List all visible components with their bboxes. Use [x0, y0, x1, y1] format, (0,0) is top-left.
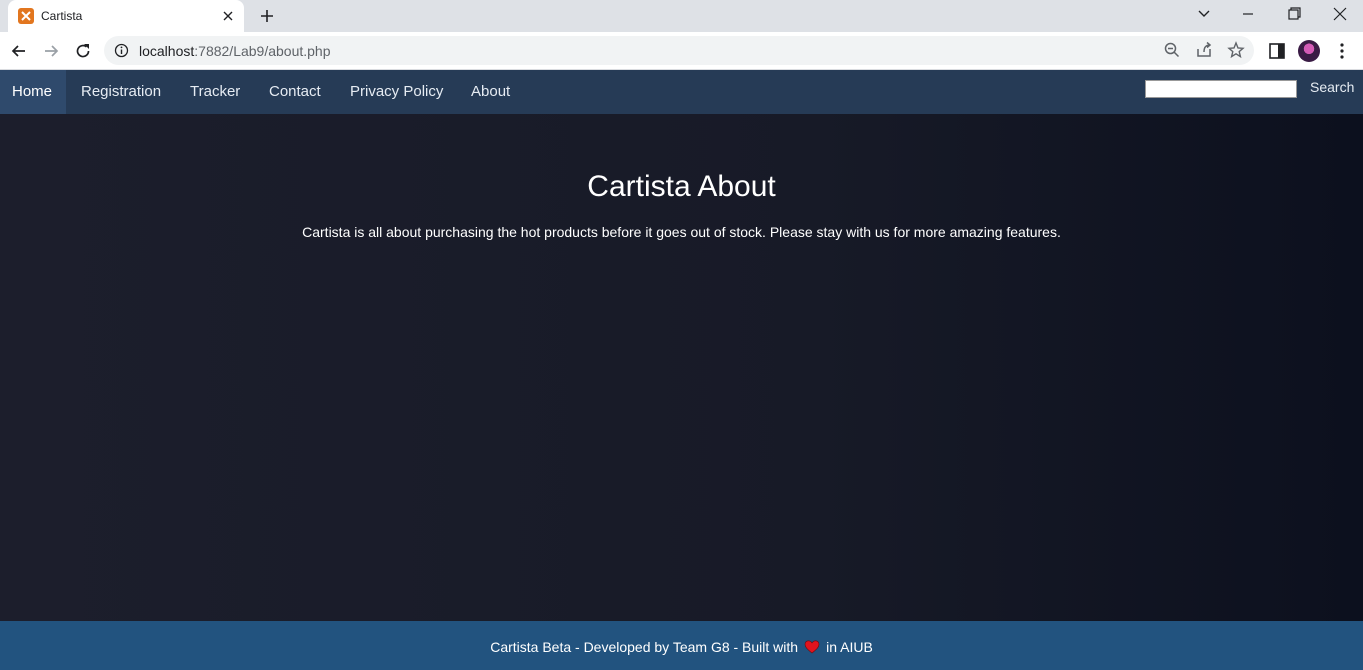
restore-icon[interactable] [1284, 6, 1304, 22]
nav-contact[interactable]: Contact [269, 70, 321, 114]
new-tab-icon[interactable] [258, 7, 276, 25]
close-window-icon[interactable] [1330, 6, 1350, 22]
kebab-menu-icon[interactable] [1332, 41, 1352, 61]
nav-home[interactable]: Home [0, 70, 67, 114]
profile-avatar[interactable] [1298, 40, 1320, 62]
url-path: :7882/Lab9/about.php [194, 43, 331, 59]
page-description: Cartista is all about purchasing the hot… [302, 224, 1061, 240]
main-content: Cartista About Cartista is all about pur… [0, 114, 1363, 621]
bookmark-star-icon[interactable] [1227, 41, 1245, 64]
close-tab-icon[interactable] [220, 8, 236, 24]
nav-privacy-policy[interactable]: Privacy Policy [350, 70, 443, 114]
site-footer: Cartista Beta - Developed by Team G8 - B… [0, 621, 1363, 670]
back-arrow-icon[interactable] [9, 41, 29, 61]
address-bar[interactable]: localhost:7882/Lab9/about.php [104, 36, 1254, 65]
side-panel-icon[interactable] [1267, 41, 1287, 61]
nav-about[interactable]: About [471, 70, 510, 114]
reload-icon[interactable] [73, 41, 93, 61]
tab-title: Cartista [41, 9, 83, 23]
site-navbar: Home Registration Tracker Contact Privac… [0, 70, 1363, 114]
minimize-icon[interactable] [1238, 6, 1258, 22]
zoom-icon[interactable] [1163, 41, 1181, 64]
xampp-favicon-icon [18, 8, 34, 24]
heart-icon [804, 623, 820, 670]
nav-tracker[interactable]: Tracker [190, 70, 240, 114]
forward-arrow-icon[interactable] [41, 41, 61, 61]
browser-tabstrip: Cartista [0, 0, 1363, 32]
browser-toolbar: localhost:7882/Lab9/about.php [0, 32, 1363, 70]
nav-registration[interactable]: Registration [81, 70, 161, 114]
page-title: Cartista About [587, 170, 776, 203]
share-icon[interactable] [1195, 41, 1213, 64]
site-info-icon[interactable] [114, 43, 129, 63]
browser-tab[interactable]: Cartista [8, 0, 244, 32]
footer-text-after: in AIUB [826, 639, 873, 655]
footer-text-before: Cartista Beta - Developed by Team G8 - B… [490, 639, 799, 655]
url-text: localhost:7882/Lab9/about.php [139, 43, 331, 59]
tab-search-chevron-icon[interactable] [1194, 6, 1214, 22]
url-host: localhost [139, 43, 195, 59]
search-input[interactable] [1145, 80, 1297, 98]
search-button[interactable]: Search [1310, 79, 1354, 95]
